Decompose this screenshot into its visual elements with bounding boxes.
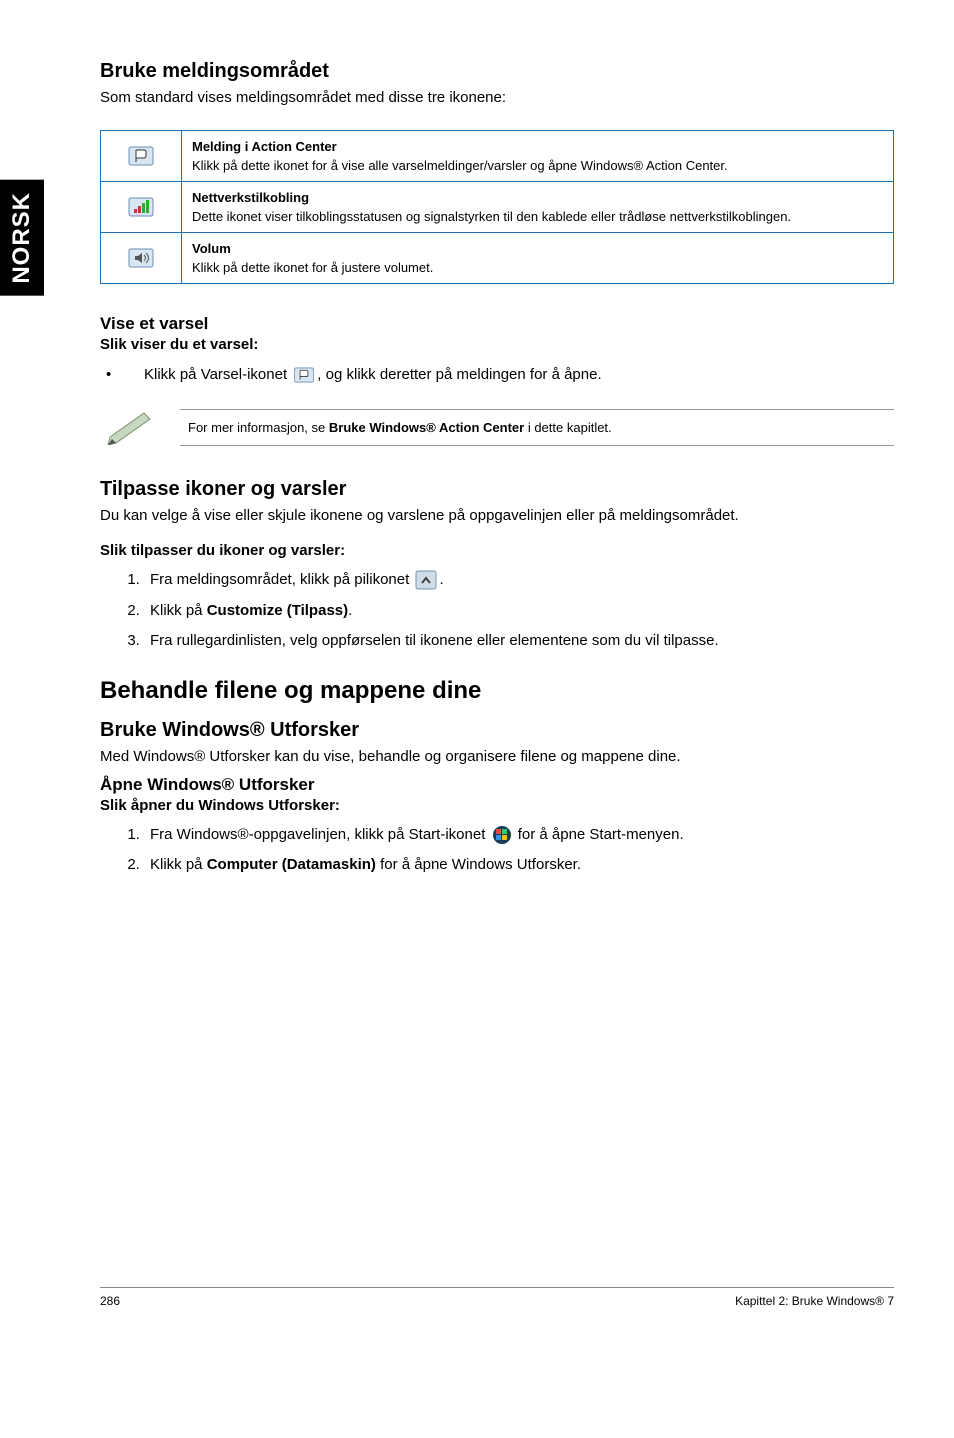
section3-bold: Slik tilpasser du ikoner og varsler:	[100, 542, 894, 559]
note-post: i dette kapitlet.	[524, 420, 611, 435]
action-center-flag-icon-cell	[101, 131, 182, 182]
section3-lead: Du kan velge å vise eller skjule ikonene…	[100, 507, 894, 524]
section4-sub: Åpne Windows® Utforsker	[100, 775, 894, 795]
section-bruke-meldingsomradet-title: Bruke meldingsområdet	[100, 60, 894, 83]
action-center-flag-icon	[127, 145, 155, 167]
note-text: For mer informasjon, se Bruke Windows® A…	[180, 409, 894, 446]
language-tab: NORSK	[0, 180, 44, 296]
table-cell: Melding i Action Center Klikk på dette i…	[182, 131, 894, 182]
row-desc: Klikk på dette ikonet for å vise alle va…	[192, 158, 883, 173]
table-cell: Nettverkstilkobling Dette ikonet viser t…	[182, 182, 894, 233]
step-text-bold: Computer (Datamaskin)	[207, 856, 376, 873]
section4-bold: Slik åpner du Windows Utforsker:	[100, 797, 894, 814]
note-box: For mer informasjon, se Bruke Windows® A…	[100, 405, 894, 450]
row-title: Volum	[192, 241, 883, 256]
list-item: Klikk på Varsel-ikonet , og klikk derett…	[100, 363, 894, 387]
volume-icon-cell	[101, 233, 182, 284]
step-text-pre: Klikk på	[150, 602, 207, 619]
section4-lead: Med Windows® Utforsker kan du vise, beha…	[100, 748, 894, 765]
step-text-post: for å åpne Start-menyen.	[518, 826, 684, 843]
table-row: Nettverkstilkobling Dette ikonet viser t…	[101, 182, 894, 233]
row-desc: Klikk på dette ikonet for å justere volu…	[192, 260, 883, 275]
step-text-post: for å åpne Windows Utforsker.	[376, 856, 581, 873]
bullet-text-pre: Klikk på Varsel-ikonet	[144, 366, 291, 383]
steps-list: Fra meldingsområdet, klikk på pilikonet …	[100, 569, 894, 653]
action-center-flag-icon	[293, 366, 315, 384]
network-icon-cell	[101, 182, 182, 233]
row-desc: Dette ikonet viser tilkoblingsstatusen o…	[192, 209, 883, 224]
list-item: Fra Windows®-oppgavelinjen, klikk på Sta…	[144, 824, 894, 847]
note-bold: Bruke Windows® Action Center	[329, 420, 524, 435]
list-item: Fra meldingsområdet, klikk på pilikonet …	[144, 569, 894, 592]
major-heading: Behandle filene og mappene dine	[100, 677, 894, 705]
note-pre: For mer informasjon, se	[188, 420, 329, 435]
step-text-post: .	[439, 571, 443, 588]
step-text-post: .	[348, 602, 352, 619]
network-icon	[127, 196, 155, 218]
list-item: Klikk på Computer (Datamaskin) for å åpn…	[144, 854, 894, 877]
section-utforsker-title: Bruke Windows® Utforsker	[100, 719, 894, 742]
row-title: Nettverkstilkobling	[192, 190, 883, 205]
notification-icons-table: Melding i Action Center Klikk på dette i…	[100, 130, 894, 284]
volume-icon	[127, 247, 155, 269]
chevron-up-tray-icon	[415, 570, 437, 590]
step-text-pre: Fra Windows®-oppgavelinjen, klikk på Sta…	[150, 826, 490, 843]
steps-list-2: Fra Windows®-oppgavelinjen, klikk på Sta…	[100, 824, 894, 877]
section2-bold: Slik viser du et varsel:	[100, 336, 894, 353]
section-vise-varsel-title: Vise et varsel	[100, 314, 894, 334]
windows-start-orb-icon	[492, 825, 512, 845]
list-item: Klikk på Customize (Tilpass).	[144, 600, 894, 623]
row-title: Melding i Action Center	[192, 139, 883, 154]
section1-lead: Som standard vises meldingsområdet med d…	[100, 89, 894, 106]
bullet-text-post: , og klikk deretter på meldingen for å å…	[317, 366, 601, 383]
step-text-bold: Customize (Tilpass)	[207, 602, 348, 619]
section-tilpasse-title: Tilpasse ikoner og varsler	[100, 478, 894, 501]
table-row: Melding i Action Center Klikk på dette i…	[101, 131, 894, 182]
page-number: 286	[100, 1294, 120, 1308]
list-item: Fra rullegardinlisten, velg oppførselen …	[144, 630, 894, 653]
page-footer: 286 Kapittel 2: Bruke Windows® 7	[100, 1287, 894, 1308]
chapter-label: Kapittel 2: Bruke Windows® 7	[735, 1294, 894, 1308]
table-row: Volum Klikk på dette ikonet for å juster…	[101, 233, 894, 284]
table-cell: Volum Klikk på dette ikonet for å juster…	[182, 233, 894, 284]
step-text-pre: Fra meldingsområdet, klikk på pilikonet	[150, 571, 413, 588]
step-text-pre: Klikk på	[150, 856, 207, 873]
pencil-icon	[100, 405, 160, 450]
